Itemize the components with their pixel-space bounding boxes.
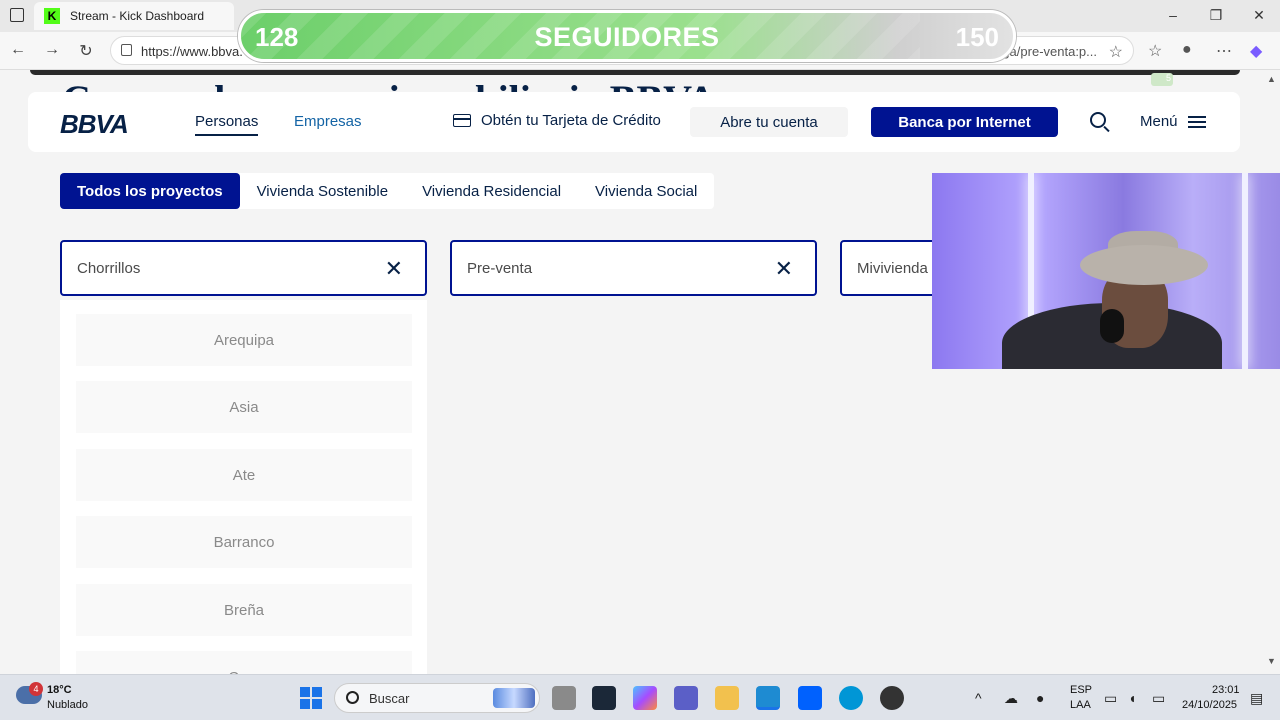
- led-light-right: [1242, 173, 1248, 369]
- taskbar-search-label: Buscar: [369, 691, 410, 706]
- hp-icon[interactable]: [839, 686, 863, 710]
- filter-sostenible[interactable]: Vivienda Sostenible: [240, 173, 405, 209]
- filter-social[interactable]: Vivienda Social: [578, 173, 714, 209]
- page-scrollbar[interactable]: ▲ ▼: [1264, 70, 1280, 674]
- open-account-button[interactable]: Abre tu cuenta: [690, 107, 848, 137]
- close-window-icon[interactable]: ✕: [1249, 7, 1269, 24]
- online-banking-button[interactable]: Banca por Internet: [871, 107, 1058, 137]
- hero-image-strip: [30, 70, 1240, 75]
- keyboard-language[interactable]: ESP: [1070, 684, 1092, 696]
- project-filter-tabs: Todos los proyectos Vivienda Sostenible …: [60, 173, 715, 209]
- network-icon[interactable]: ▭: [1104, 690, 1117, 707]
- browser-tab[interactable]: K Stream - Kick Dashboard: [34, 2, 234, 30]
- clock-time[interactable]: 23:01: [1212, 684, 1240, 696]
- nav-personas[interactable]: Personas: [195, 113, 259, 136]
- filter-residencial[interactable]: Vivienda Residencial: [405, 173, 578, 209]
- menu-button[interactable]: Menú: [1140, 113, 1206, 130]
- credit-card-icon: [453, 114, 471, 127]
- stage-value: Pre-venta: [467, 259, 533, 277]
- search-highlight-image: [493, 688, 535, 708]
- clear-stage-icon[interactable]: ✕: [775, 256, 793, 282]
- url-text-start: https://www.bbva.: [141, 44, 243, 59]
- option-asia[interactable]: Asia: [76, 381, 412, 433]
- option-brena[interactable]: Breña: [76, 584, 412, 636]
- stage-select[interactable]: Pre-venta ✕: [450, 240, 817, 296]
- windows-taskbar: 4 18°C Nublado Buscar ^ ☁ ● ESP LAA ▭ ◖ …: [0, 674, 1280, 720]
- teams-icon[interactable]: [674, 686, 698, 710]
- scroll-down-icon[interactable]: ▼: [1267, 656, 1276, 666]
- favorite-star-icon[interactable]: ☆: [1109, 42, 1123, 62]
- forward-icon[interactable]: →: [42, 41, 62, 59]
- option-barranco[interactable]: Barranco: [76, 516, 412, 568]
- file-explorer-icon[interactable]: [715, 686, 739, 710]
- hamburger-icon: [1187, 115, 1206, 128]
- option-arequipa[interactable]: Arequipa: [76, 314, 412, 366]
- taskbar-search[interactable]: Buscar: [334, 683, 540, 713]
- obs-icon[interactable]: [880, 686, 904, 710]
- windows-start-icon[interactable]: [300, 687, 322, 709]
- district-value: Chorrillos: [77, 259, 141, 277]
- district-dropdown-list: Arequipa Asia Ate Barranco Breña Ca...: [60, 300, 427, 674]
- volume-icon[interactable]: ◖: [1128, 690, 1136, 706]
- more-options-icon[interactable]: ⋯: [1216, 41, 1232, 61]
- option-ate[interactable]: Ate: [76, 449, 412, 501]
- search-icon: [346, 691, 359, 704]
- steam-icon[interactable]: [592, 686, 616, 710]
- option-partial[interactable]: Ca...: [76, 651, 412, 674]
- site-header: BBVA Personas Empresas Obtén tu Tarjeta …: [28, 92, 1240, 152]
- clear-district-icon[interactable]: ✕: [385, 256, 403, 282]
- battery-icon[interactable]: ▭: [1152, 690, 1165, 707]
- task-view-icon[interactable]: [552, 686, 576, 710]
- hat-brim: [1080, 245, 1208, 285]
- microphone-icon[interactable]: ●: [1036, 690, 1044, 706]
- nav-empresas[interactable]: Empresas: [294, 113, 362, 130]
- kick-favicon-icon: K: [44, 8, 60, 24]
- favorites-icon[interactable]: ☆: [1148, 41, 1162, 61]
- search-icon[interactable]: [1090, 112, 1106, 128]
- lock-icon[interactable]: [121, 44, 132, 56]
- microphone: [1100, 309, 1124, 343]
- follower-goal-title: SEGUIDORES: [534, 22, 720, 52]
- credit-card-label: Obtén tu Tarjeta de Crédito: [481, 112, 661, 129]
- follower-goal-target: 150: [955, 22, 999, 52]
- show-hidden-icons[interactable]: ^: [975, 690, 982, 706]
- filter-todos[interactable]: Todos los proyectos: [60, 173, 240, 209]
- weather-description[interactable]: Nublado: [47, 699, 88, 711]
- bbva-logo[interactable]: BBVA: [60, 109, 129, 140]
- scroll-up-icon[interactable]: ▲: [1267, 74, 1276, 84]
- program-value: Mivivienda V: [857, 259, 943, 277]
- weather-badge: 4: [29, 682, 43, 696]
- webcam-feed: [932, 173, 1280, 369]
- follower-goal-bar: 128 SEGUIDORES 150: [238, 10, 1016, 62]
- minimize-icon[interactable]: –: [1163, 7, 1183, 23]
- weather-temperature[interactable]: 18°C: [47, 684, 72, 696]
- notifications-icon[interactable]: ▤: [1250, 690, 1263, 707]
- dropbox-icon[interactable]: [798, 686, 822, 710]
- tab-actions-icon[interactable]: [10, 8, 24, 22]
- onedrive-icon[interactable]: ☁: [1004, 690, 1018, 707]
- district-select[interactable]: Chorrillos ✕: [60, 240, 427, 296]
- reload-icon[interactable]: ↻: [76, 41, 96, 61]
- tab-title: Stream - Kick Dashboard: [70, 9, 205, 23]
- credit-card-link[interactable]: Obtén tu Tarjeta de Crédito: [453, 112, 661, 129]
- copilot-app-icon[interactable]: [633, 686, 657, 710]
- edge-icon[interactable]: [756, 686, 780, 710]
- profile-icon[interactable]: ●: [1182, 41, 1192, 59]
- restore-icon[interactable]: ❐: [1206, 7, 1226, 24]
- copilot-icon[interactable]: ◆: [1250, 41, 1262, 61]
- menu-label: Menú: [1140, 113, 1178, 130]
- back-icon[interactable]: ←: [8, 41, 28, 59]
- clock-date[interactable]: 24/10/2025: [1182, 699, 1237, 711]
- keyboard-layout[interactable]: LAA: [1070, 699, 1091, 711]
- web-page: Compra la casa … inmobiliaria BBVA BBVA …: [0, 70, 1264, 674]
- notification-badge: 5: [1151, 73, 1173, 86]
